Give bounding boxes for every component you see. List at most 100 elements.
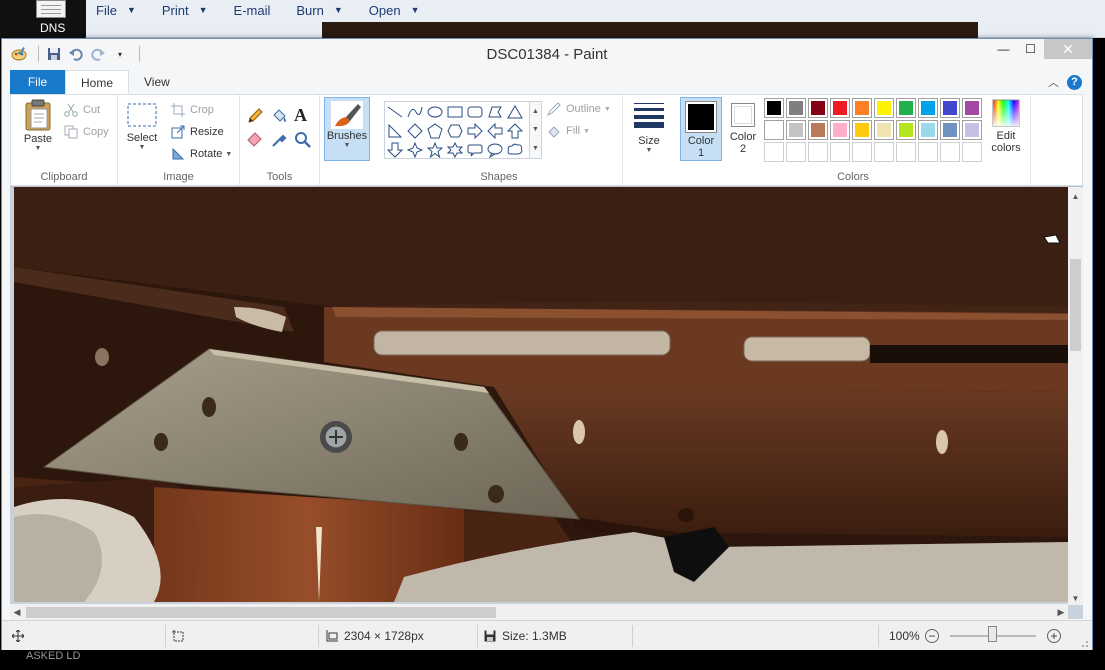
fill-icon[interactable] [270,107,290,127]
right-triangle-shape-icon[interactable] [385,121,405,140]
horizontal-scrollbar[interactable]: ◀ ▶ [10,604,1068,620]
palette-swatch[interactable] [764,142,784,162]
rectangle-shape-icon[interactable] [445,102,465,121]
curve-shape-icon[interactable] [405,102,425,121]
five-point-star-shape-icon[interactable] [425,140,445,159]
cut-button[interactable]: Cut [63,102,100,118]
arrow-left-shape-icon[interactable] [485,121,505,140]
palette-swatch[interactable] [852,120,872,140]
palette-swatch[interactable] [786,98,806,118]
palette-swatch[interactable] [786,120,806,140]
paste-button[interactable]: Paste ▼ [17,99,59,152]
palette-swatch[interactable] [962,98,982,118]
expand-gallery-icon[interactable]: ▼ [532,145,539,152]
triangle-shape-icon[interactable] [505,102,525,121]
palette-swatch[interactable] [962,120,982,140]
palette-swatch[interactable] [852,98,872,118]
palette-swatch[interactable] [852,142,872,162]
hexagon-shape-icon[interactable] [445,121,465,140]
pencil-icon[interactable] [246,107,266,127]
background-dns-icon[interactable]: DNS [0,0,86,38]
scroll-right-icon[interactable]: ▶ [1054,604,1068,620]
palette-swatch[interactable] [830,120,850,140]
minimize-ribbon-icon[interactable]: ︿ [1048,74,1059,90]
bg-menu-print[interactable]: Print ▼ [162,3,208,18]
pentagon-shape-icon[interactable] [425,121,445,140]
rounded-callout-shape-icon[interactable] [465,140,485,159]
vertical-scroll-thumb[interactable] [1070,259,1081,351]
six-point-star-shape-icon[interactable] [445,140,465,159]
palette-swatch[interactable] [896,98,916,118]
shapes-gallery[interactable] [384,101,530,159]
canvas-image[interactable] [14,187,1068,602]
palette-swatch[interactable] [962,142,982,162]
bg-menu-open[interactable]: Open ▼ [369,3,420,18]
arrow-up-shape-icon[interactable] [505,121,525,140]
cloud-callout-shape-icon[interactable] [505,140,525,159]
tab-view[interactable]: View [129,70,185,94]
scroll-down-icon[interactable]: ▼ [1068,591,1083,605]
diamond-shape-icon[interactable] [405,121,425,140]
eraser-icon[interactable] [246,131,266,151]
palette-swatch[interactable] [830,98,850,118]
tab-file[interactable]: File [10,70,65,94]
magnifier-icon[interactable] [294,131,314,151]
chevron-down-icon[interactable]: ▼ [532,126,539,133]
palette-swatch[interactable] [874,120,894,140]
text-icon[interactable]: A [294,105,314,125]
four-point-star-shape-icon[interactable] [405,140,425,159]
fill-button[interactable]: Fill ▼ [546,123,590,139]
arrow-down-shape-icon[interactable] [385,140,405,159]
palette-swatch[interactable] [874,142,894,162]
color2-button[interactable]: Color 2 [726,103,760,155]
brushes-button[interactable]: Brushes ▼ [324,97,370,161]
maximize-button[interactable]: ☐ [1017,39,1044,59]
palette-swatch[interactable] [940,98,960,118]
resize-grip-icon[interactable] [1079,637,1089,647]
palette-swatch[interactable] [874,98,894,118]
resize-button[interactable]: Resize [170,124,224,140]
chevron-up-icon[interactable]: ▲ [532,108,539,115]
palette-swatch[interactable] [764,98,784,118]
zoom-slider-thumb[interactable] [988,626,997,642]
line-shape-icon[interactable] [385,102,405,121]
zoom-in-button[interactable]: + [1047,621,1061,650]
close-button[interactable]: ✕ [1044,39,1092,59]
oval-shape-icon[interactable] [425,102,445,121]
oval-callout-shape-icon[interactable] [485,140,505,159]
vertical-scrollbar[interactable]: ▲ ▼ [1068,187,1083,605]
copy-button[interactable]: Copy [63,124,109,140]
palette-swatch[interactable] [830,142,850,162]
palette-swatch[interactable] [808,142,828,162]
palette-swatch[interactable] [918,120,938,140]
edit-colors-button[interactable]: Edit colors [986,99,1026,154]
color-picker-icon[interactable] [270,131,290,151]
arrow-right-shape-icon[interactable] [465,121,485,140]
rotate-button[interactable]: Rotate ▼ [170,146,232,162]
crop-button[interactable]: Crop [170,102,214,118]
color1-button[interactable]: Color 1 [680,97,722,161]
palette-swatch[interactable] [764,120,784,140]
palette-swatch[interactable] [940,142,960,162]
tab-home[interactable]: Home [65,70,130,95]
palette-swatch[interactable] [896,142,916,162]
palette-swatch[interactable] [918,98,938,118]
palette-swatch[interactable] [896,120,916,140]
size-button[interactable]: Size ▼ [629,101,669,154]
palette-swatch[interactable] [940,120,960,140]
select-button[interactable]: Select ▼ [124,101,160,151]
bg-menu-burn[interactable]: Burn ▼ [296,3,342,18]
scroll-up-icon[interactable]: ▲ [1068,189,1083,203]
help-icon[interactable]: ? [1067,74,1082,90]
polygon-shape-icon[interactable] [485,102,505,121]
minimize-button[interactable]: — [990,39,1017,59]
palette-swatch[interactable] [808,98,828,118]
palette-swatch[interactable] [918,142,938,162]
palette-swatch[interactable] [808,120,828,140]
bg-menu-email[interactable]: E-mail [234,3,271,18]
palette-swatch[interactable] [786,142,806,162]
scroll-left-icon[interactable]: ◀ [10,604,24,620]
horizontal-scroll-thumb[interactable] [26,607,496,618]
bg-menu-file[interactable]: File ▼ [96,3,136,18]
outline-button[interactable]: Outline ▼ [546,101,611,117]
